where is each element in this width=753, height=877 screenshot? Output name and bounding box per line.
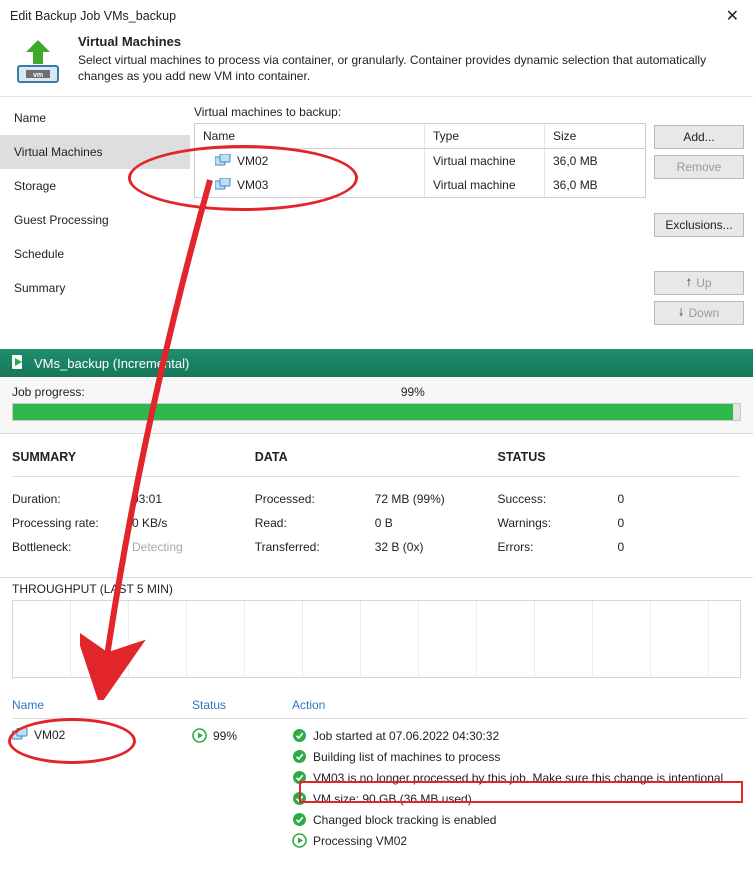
progress-bar [12, 403, 741, 421]
exclusions-button[interactable]: Exclusions... [654, 213, 744, 237]
data-heading: DATA [255, 450, 498, 477]
detail-action-header: Action [292, 698, 747, 719]
action-text: VM size: 90 GB (36 MB used) [313, 792, 472, 806]
processed-label: Processed: [255, 492, 375, 506]
action-text: Changed block tracking is enabled [313, 813, 496, 827]
vm-type: Virtual machine [425, 149, 545, 173]
bottleneck-label: Bottleneck: [12, 540, 132, 554]
column-type[interactable]: Type [425, 124, 545, 148]
action-text: Processing VM02 [313, 834, 407, 848]
close-icon[interactable]: ✕ [722, 6, 743, 26]
table-row[interactable]: VM02 Virtual machine 36,0 MB [195, 149, 645, 173]
processed-value: 72 MB (99%) [375, 492, 498, 506]
play-icon [192, 728, 207, 743]
bottleneck-value: Detecting [132, 540, 255, 554]
step-virtual-machines[interactable]: Virtual Machines [0, 135, 190, 169]
detail-vm-row[interactable]: VM02 [12, 725, 192, 745]
read-value: 0 B [375, 516, 498, 530]
job-progress-section: Job progress: 99% [0, 377, 753, 434]
detail-name-header: Name [12, 698, 192, 719]
arrow-down-icon: 🠗 [679, 304, 684, 323]
action-row: VM03 is no longer processed by this job.… [292, 767, 747, 788]
job-progress-label: Job progress: [12, 385, 85, 399]
transferred-value: 32 B (0x) [375, 540, 498, 554]
duration-label: Duration: [12, 492, 132, 506]
action-row: Changed block tracking is enabled [292, 809, 747, 830]
step-guest-processing[interactable]: Guest Processing [0, 203, 190, 237]
dialog-heading: Virtual Machines [78, 34, 741, 49]
job-header: VMs_backup (Incremental) [0, 349, 753, 377]
success-value: 0 [618, 492, 668, 506]
vm-icon [12, 728, 28, 742]
column-size[interactable]: Size [545, 124, 645, 148]
up-button[interactable]: 🠕Up [654, 271, 744, 295]
action-row: Processing VM02 [292, 830, 747, 851]
detail-section: Name VM02 Status 99% Action Job started … [0, 688, 753, 865]
status-heading: STATUS [498, 450, 741, 477]
success-icon [292, 749, 307, 764]
duration-value: 03:01 [132, 492, 255, 506]
arrow-up-icon: 🠕 [686, 274, 691, 293]
action-row: Job started at 07.06.2022 04:30:32 [292, 725, 747, 746]
success-icon [292, 770, 307, 785]
edit-job-dialog: Edit Backup Job VMs_backup ✕ vm Virtual … [0, 0, 753, 331]
read-label: Read: [255, 516, 375, 530]
action-text: VM03 is no longer processed by this job.… [313, 771, 723, 785]
warnings-value: 0 [618, 516, 668, 530]
detail-vm-name: VM02 [34, 728, 65, 742]
transferred-label: Transferred: [255, 540, 375, 554]
job-progress-pct: 99% [85, 385, 741, 399]
dialog-header: vm Virtual Machines Select virtual machi… [0, 30, 753, 97]
down-button[interactable]: 🠗Down [654, 301, 744, 325]
detail-vm-status: 99% [213, 729, 237, 743]
table-row[interactable]: VM03 Virtual machine 36,0 MB [195, 173, 645, 197]
rate-label: Processing rate: [12, 516, 132, 530]
warnings-label: Warnings: [498, 516, 618, 530]
success-icon [292, 791, 307, 806]
success-label: Success: [498, 492, 618, 506]
success-icon [292, 728, 307, 743]
remove-button[interactable]: Remove [654, 155, 744, 179]
step-name[interactable]: Name [0, 101, 190, 135]
vm-icon [215, 154, 231, 168]
errors-value: 0 [618, 540, 668, 554]
vm-logo-icon: vm [12, 34, 64, 86]
step-storage[interactable]: Storage [0, 169, 190, 203]
rate-value: 0 KB/s [132, 516, 255, 530]
vm-list-label: Virtual machines to backup: [194, 103, 646, 123]
detail-status-header: Status [192, 698, 292, 719]
add-button[interactable]: Add... [654, 125, 744, 149]
vm-name: VM02 [237, 154, 268, 168]
vm-size: 36,0 MB [545, 149, 645, 173]
wizard-steps: Name Virtual Machines Storage Guest Proc… [0, 97, 190, 331]
action-row: Building list of machines to process [292, 746, 747, 767]
dialog-title: Edit Backup Job VMs_backup [10, 9, 176, 23]
stats-section: SUMMARY Duration:03:01 Processing rate:0… [0, 434, 753, 578]
dialog-description: Select virtual machines to process via c… [78, 52, 741, 84]
vm-size: 36,0 MB [545, 173, 645, 197]
step-schedule[interactable]: Schedule [0, 237, 190, 271]
summary-heading: SUMMARY [12, 450, 255, 477]
vm-name: VM03 [237, 178, 268, 192]
action-text: Building list of machines to process [313, 750, 500, 764]
svg-text:vm: vm [33, 72, 43, 79]
column-name[interactable]: Name [195, 124, 425, 148]
action-text: Job started at 07.06.2022 04:30:32 [313, 729, 499, 743]
doc-play-icon [10, 354, 26, 373]
action-row: VM size: 90 GB (36 MB used) [292, 788, 747, 809]
vm-table: Name Type Size VM02 Virtual machine 36,0… [194, 123, 646, 198]
job-title: VMs_backup (Incremental) [34, 356, 189, 371]
errors-label: Errors: [498, 540, 618, 554]
step-summary[interactable]: Summary [0, 271, 190, 305]
play-icon [292, 833, 307, 848]
vm-type: Virtual machine [425, 173, 545, 197]
throughput-chart [12, 600, 741, 678]
throughput-label: THROUGHPUT (LAST 5 MIN) [0, 578, 753, 598]
success-icon [292, 812, 307, 827]
vm-table-header: Name Type Size [195, 124, 645, 149]
vm-icon [215, 178, 231, 192]
